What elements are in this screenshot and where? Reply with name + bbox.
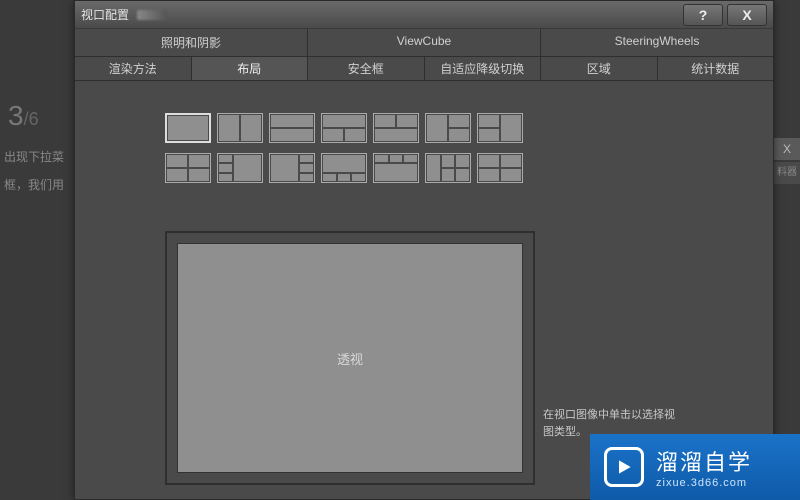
layout-thumb-1left3right[interactable] [269, 153, 315, 183]
watermark-text: 溜溜自学 zixue.3d66.com [656, 445, 752, 489]
tab-adaptive-degradation[interactable]: 自适应降级切换 [424, 57, 541, 80]
dialog-title: 视口配置 [81, 6, 129, 23]
layout-thumb-single[interactable] [165, 113, 211, 143]
watermark-url: zixue.3d66.com [656, 477, 752, 489]
tab-regions[interactable]: 区域 [540, 57, 657, 80]
layout-thumbnail-grid [165, 113, 523, 183]
bg-text-line-1: 出现下拉菜 [4, 148, 64, 165]
step-current: 3 [8, 100, 24, 131]
bg-panel-close[interactable]: X [774, 138, 800, 160]
tabs-primary: 照明和阴影 ViewCube SteeringWheels [75, 29, 773, 57]
tab-statistics[interactable]: 统计数据 [657, 57, 774, 80]
tabs-secondary: 渲染方法 布局 安全框 自适应降级切换 区域 统计数据 [75, 57, 773, 81]
layout-preview-viewport[interactable]: 透视 [177, 243, 523, 473]
layout-thumb-quad[interactable] [165, 153, 211, 183]
layout-thumb-1top2bot[interactable] [321, 113, 367, 143]
help-icon: ? [699, 7, 708, 23]
dialog-titlebar[interactable]: 视口配置 ? X [75, 1, 773, 29]
layout-thumb-2top1bot[interactable] [373, 113, 419, 143]
tab-lighting-shadows[interactable]: 照明和阴影 [75, 29, 307, 56]
tab-viewcube[interactable]: ViewCube [307, 29, 540, 56]
tab-safe-frames[interactable]: 安全框 [307, 57, 424, 80]
close-icon: X [742, 7, 751, 23]
watermark-play-icon [604, 447, 644, 487]
tab-steeringwheels[interactable]: SteeringWheels [540, 29, 773, 56]
layout-preview-frame: 透视 [165, 231, 535, 485]
thumb-row-2 [165, 153, 523, 183]
layout-thumb-wide-a[interactable] [425, 153, 471, 183]
viewport-config-dialog: 视口配置 ? X 照明和阴影 ViewCube SteeringWheels 渲… [74, 0, 774, 500]
help-button[interactable]: ? [683, 4, 723, 26]
step-indicator: 3/6 [8, 100, 39, 132]
layout-thumb-2col[interactable] [217, 113, 263, 143]
tab-rendering-method[interactable]: 渲染方法 [75, 57, 191, 80]
tab-layout[interactable]: 布局 [191, 57, 308, 80]
layout-thumb-2row[interactable] [269, 113, 315, 143]
layout-thumb-1left2right[interactable] [425, 113, 471, 143]
layout-thumb-1top3bot[interactable] [321, 153, 367, 183]
layout-thumb-2left1right[interactable] [477, 113, 523, 143]
layout-thumb-3left1right[interactable] [217, 153, 263, 183]
bg-panel-label: 料器 [774, 162, 800, 184]
watermark-brand: 溜溜自学 [656, 445, 752, 477]
step-total: /6 [24, 109, 39, 129]
titlebar-blur-decoration [137, 10, 167, 20]
close-button[interactable]: X [727, 4, 767, 26]
thumb-row-1 [165, 113, 523, 143]
preview-view-name: 透视 [337, 349, 363, 368]
layout-thumb-wide-b[interactable] [477, 153, 523, 183]
watermark-banner: 溜溜自学 zixue.3d66.com [590, 434, 800, 500]
bg-text-line-2: 框，我们用 [4, 176, 64, 193]
layout-thumb-3top1bot[interactable] [373, 153, 419, 183]
